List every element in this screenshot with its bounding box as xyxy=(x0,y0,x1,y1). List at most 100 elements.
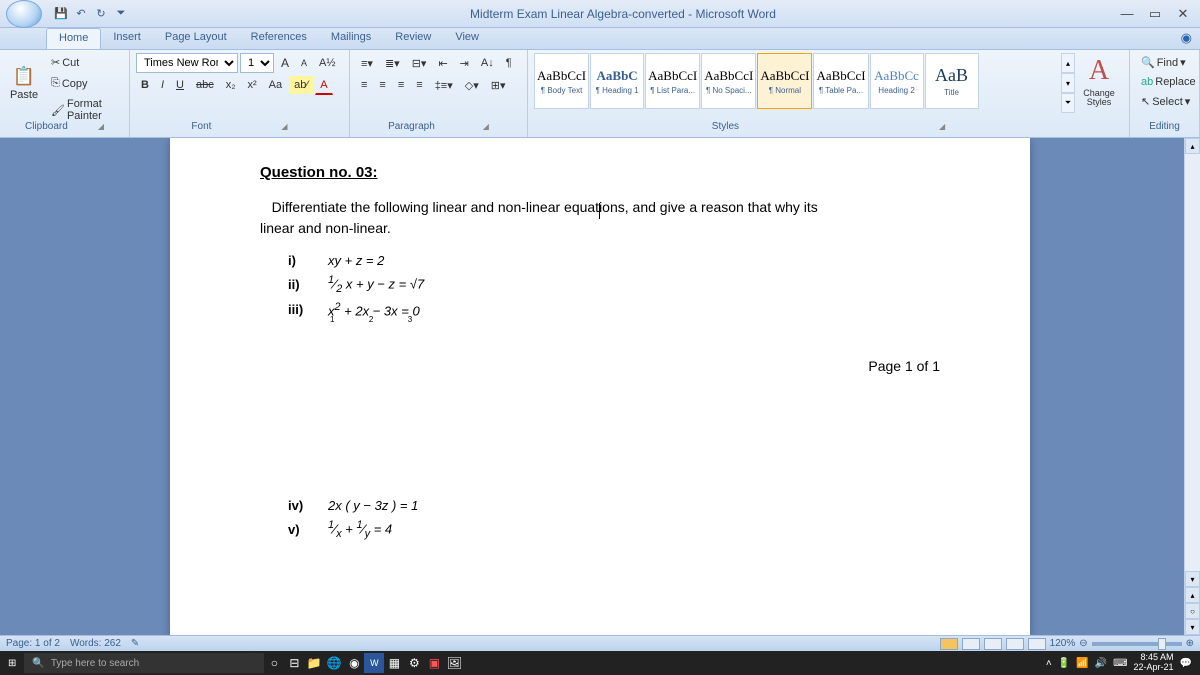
sort-button[interactable]: A↓ xyxy=(476,54,499,72)
browse-object-button[interactable]: ○ xyxy=(1185,603,1200,619)
chrome-icon[interactable]: ◉ xyxy=(344,653,364,673)
tab-references[interactable]: References xyxy=(239,28,319,49)
tab-page-layout[interactable]: Page Layout xyxy=(153,28,239,49)
prev-page-button[interactable]: ▴ xyxy=(1185,587,1200,603)
outline-view[interactable] xyxy=(1006,638,1024,650)
style-no-spacing[interactable]: AaBbCcI¶ No Spaci... xyxy=(701,53,756,109)
tray-chevron-icon[interactable]: ˄ xyxy=(1046,658,1052,669)
app-icon-2[interactable]: ▣ xyxy=(424,653,444,673)
wifi-icon[interactable]: 📶 xyxy=(1076,658,1088,669)
align-center-button[interactable]: ≡ xyxy=(374,76,390,94)
settings-icon[interactable]: ⚙ xyxy=(404,653,424,673)
style-body-text[interactable]: AaBbCcI¶ Body Text xyxy=(534,53,589,109)
battery-icon[interactable]: 🔋 xyxy=(1058,658,1070,669)
shrink-font-button[interactable]: A xyxy=(296,55,312,71)
style-table-para[interactable]: AaBbCcI¶ Table Pa... xyxy=(813,53,868,109)
tab-home[interactable]: Home xyxy=(46,28,101,49)
zoom-level[interactable]: 120% xyxy=(1050,638,1076,649)
style-list-para[interactable]: AaBbCcI¶ List Para... xyxy=(645,53,700,109)
keyboard-icon[interactable]: ⌨ xyxy=(1113,658,1127,669)
gallery-down[interactable]: ▾ xyxy=(1061,73,1075,93)
redo-button[interactable]: ↻ xyxy=(92,5,110,23)
office-button[interactable] xyxy=(6,0,42,28)
web-layout-view[interactable] xyxy=(984,638,1002,650)
clear-format-button[interactable]: A½ xyxy=(314,54,341,72)
copy-button[interactable]: ⎘Copy xyxy=(46,74,123,93)
tab-view[interactable]: View xyxy=(443,28,491,49)
zoom-in-button[interactable]: ⊕ xyxy=(1186,638,1194,649)
scroll-down-button[interactable]: ▾ xyxy=(1185,571,1200,587)
style-heading-2[interactable]: AaBbCcHeading 2 xyxy=(870,53,924,109)
notifications-icon[interactable]: 💬 xyxy=(1180,658,1192,669)
font-color-button[interactable]: A xyxy=(315,76,332,95)
borders-button[interactable]: ⊞▾ xyxy=(486,76,511,95)
page[interactable]: Question no. 03: Differentiate the follo… xyxy=(170,138,1030,635)
font-size-select[interactable]: 12 xyxy=(240,53,274,73)
next-page-button[interactable]: ▾ xyxy=(1185,619,1200,635)
explorer-icon[interactable]: 📁 xyxy=(304,653,324,673)
edge-icon[interactable]: 🌐 xyxy=(324,653,344,673)
app-icon-1[interactable]: ▦ xyxy=(384,653,404,673)
close-button[interactable]: ✕ xyxy=(1172,5,1194,23)
change-case-button[interactable]: Aa xyxy=(264,76,287,94)
clock[interactable]: 8:45 AM 22-Apr-21 xyxy=(1134,653,1174,673)
bold-button[interactable]: B xyxy=(136,76,154,94)
status-proof-icon[interactable]: ✎ xyxy=(131,638,139,649)
inc-indent-button[interactable]: ⇥ xyxy=(455,54,474,73)
save-button[interactable]: 💾 xyxy=(52,5,70,23)
align-left-button[interactable]: ≡ xyxy=(356,76,372,94)
tab-insert[interactable]: Insert xyxy=(101,28,153,49)
style-heading-1[interactable]: AaBbC¶ Heading 1 xyxy=(590,53,644,109)
multilevel-button[interactable]: ⊟▾ xyxy=(407,54,432,73)
taskbar-search[interactable]: 🔍 Type here to search xyxy=(24,653,264,673)
style-normal[interactable]: AaBbCcI¶ Normal xyxy=(757,53,812,109)
status-page[interactable]: Page: 1 of 2 xyxy=(6,638,60,649)
replace-button[interactable]: abReplace xyxy=(1136,73,1193,91)
justify-button[interactable]: ≡ xyxy=(411,76,427,94)
status-words[interactable]: Words: 262 xyxy=(70,638,121,649)
draft-view[interactable] xyxy=(1028,638,1046,650)
vertical-scrollbar[interactable]: ▴ ▾ ▴ ○ ▾ xyxy=(1184,138,1200,635)
underline-button[interactable]: U xyxy=(171,76,189,94)
tab-mailings[interactable]: Mailings xyxy=(319,28,383,49)
italic-button[interactable]: I xyxy=(156,76,169,94)
subscript-button[interactable]: x₂ xyxy=(221,76,241,94)
qat-customize[interactable]: ⏷ xyxy=(112,5,130,23)
find-button[interactable]: 🔍Find▾ xyxy=(1136,53,1193,72)
full-screen-view[interactable] xyxy=(962,638,980,650)
show-marks-button[interactable]: ¶ xyxy=(501,54,517,72)
undo-button[interactable]: ↶ xyxy=(72,5,90,23)
superscript-button[interactable]: x² xyxy=(243,76,262,94)
help-icon[interactable]: ◉ xyxy=(1181,28,1192,49)
zoom-slider[interactable] xyxy=(1092,642,1182,646)
tab-review[interactable]: Review xyxy=(383,28,443,49)
select-button[interactable]: ↖Select▾ xyxy=(1136,92,1193,111)
gallery-more[interactable]: ⏷ xyxy=(1061,93,1075,113)
align-right-button[interactable]: ≡ xyxy=(393,76,409,94)
start-button[interactable]: ⊞ xyxy=(0,651,24,675)
font-family-select[interactable]: Times New Roman xyxy=(136,53,238,73)
volume-icon[interactable]: 🔊 xyxy=(1095,658,1107,669)
maximize-button[interactable]: ▭ xyxy=(1144,5,1166,23)
numbering-button[interactable]: ≣▾ xyxy=(380,54,405,73)
word-icon[interactable]: W xyxy=(364,653,384,673)
zoom-out-button[interactable]: ⊖ xyxy=(1079,638,1087,649)
app-icon-3[interactable]: 🖼 xyxy=(444,653,464,673)
task-view-icon[interactable]: ⊟ xyxy=(284,653,304,673)
style-title[interactable]: AaBTitle xyxy=(925,53,979,109)
cortana-icon[interactable]: ○ xyxy=(264,653,284,673)
print-layout-view[interactable] xyxy=(940,638,958,650)
change-styles-button[interactable]: A Change Styles xyxy=(1075,53,1123,109)
scroll-up-button[interactable]: ▴ xyxy=(1185,138,1200,154)
strike-button[interactable]: abc xyxy=(191,76,219,94)
line-spacing-button[interactable]: ‡≡▾ xyxy=(430,76,458,95)
bullets-button[interactable]: ≡▾ xyxy=(356,54,378,73)
dec-indent-button[interactable]: ⇤ xyxy=(433,54,452,73)
cut-button[interactable]: ✂Cut xyxy=(46,53,123,72)
minimize-button[interactable]: — xyxy=(1116,5,1138,23)
shading-button[interactable]: ◇▾ xyxy=(460,76,484,95)
highlight-button[interactable]: ab⁄ xyxy=(289,76,313,94)
gallery-up[interactable]: ▴ xyxy=(1061,53,1075,73)
paste-button[interactable]: 📋 Paste xyxy=(6,53,42,113)
grow-font-button[interactable]: A xyxy=(276,53,294,73)
